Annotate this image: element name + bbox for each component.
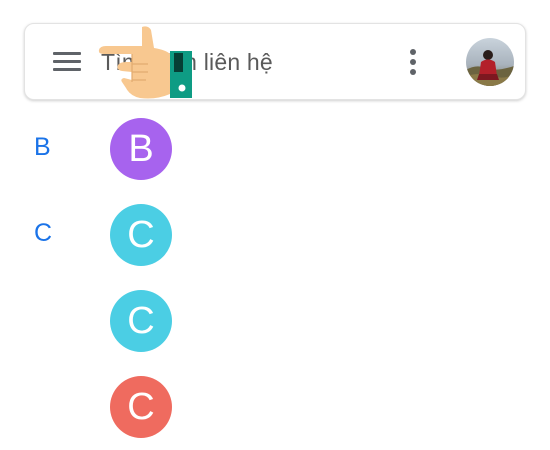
contact-avatar[interactable]: C xyxy=(110,290,172,352)
more-options-icon[interactable] xyxy=(406,49,420,77)
section-letter-b: B xyxy=(34,133,51,161)
menu-icon[interactable] xyxy=(53,51,81,73)
search-input[interactable]: Tìm kiếm liên hệ xyxy=(101,49,273,76)
profile-photo-icon xyxy=(466,38,514,86)
contact-avatar[interactable]: C xyxy=(110,204,172,266)
contact-avatar[interactable]: C xyxy=(110,376,172,438)
account-avatar[interactable] xyxy=(466,38,514,86)
section-letter-c: C xyxy=(34,219,53,247)
contact-avatar[interactable]: B xyxy=(110,118,172,180)
contacts-screen: Tìm kiếm liên hệ B B C C C C xyxy=(0,0,550,450)
search-bar[interactable]: Tìm kiếm liên hệ xyxy=(24,23,526,100)
